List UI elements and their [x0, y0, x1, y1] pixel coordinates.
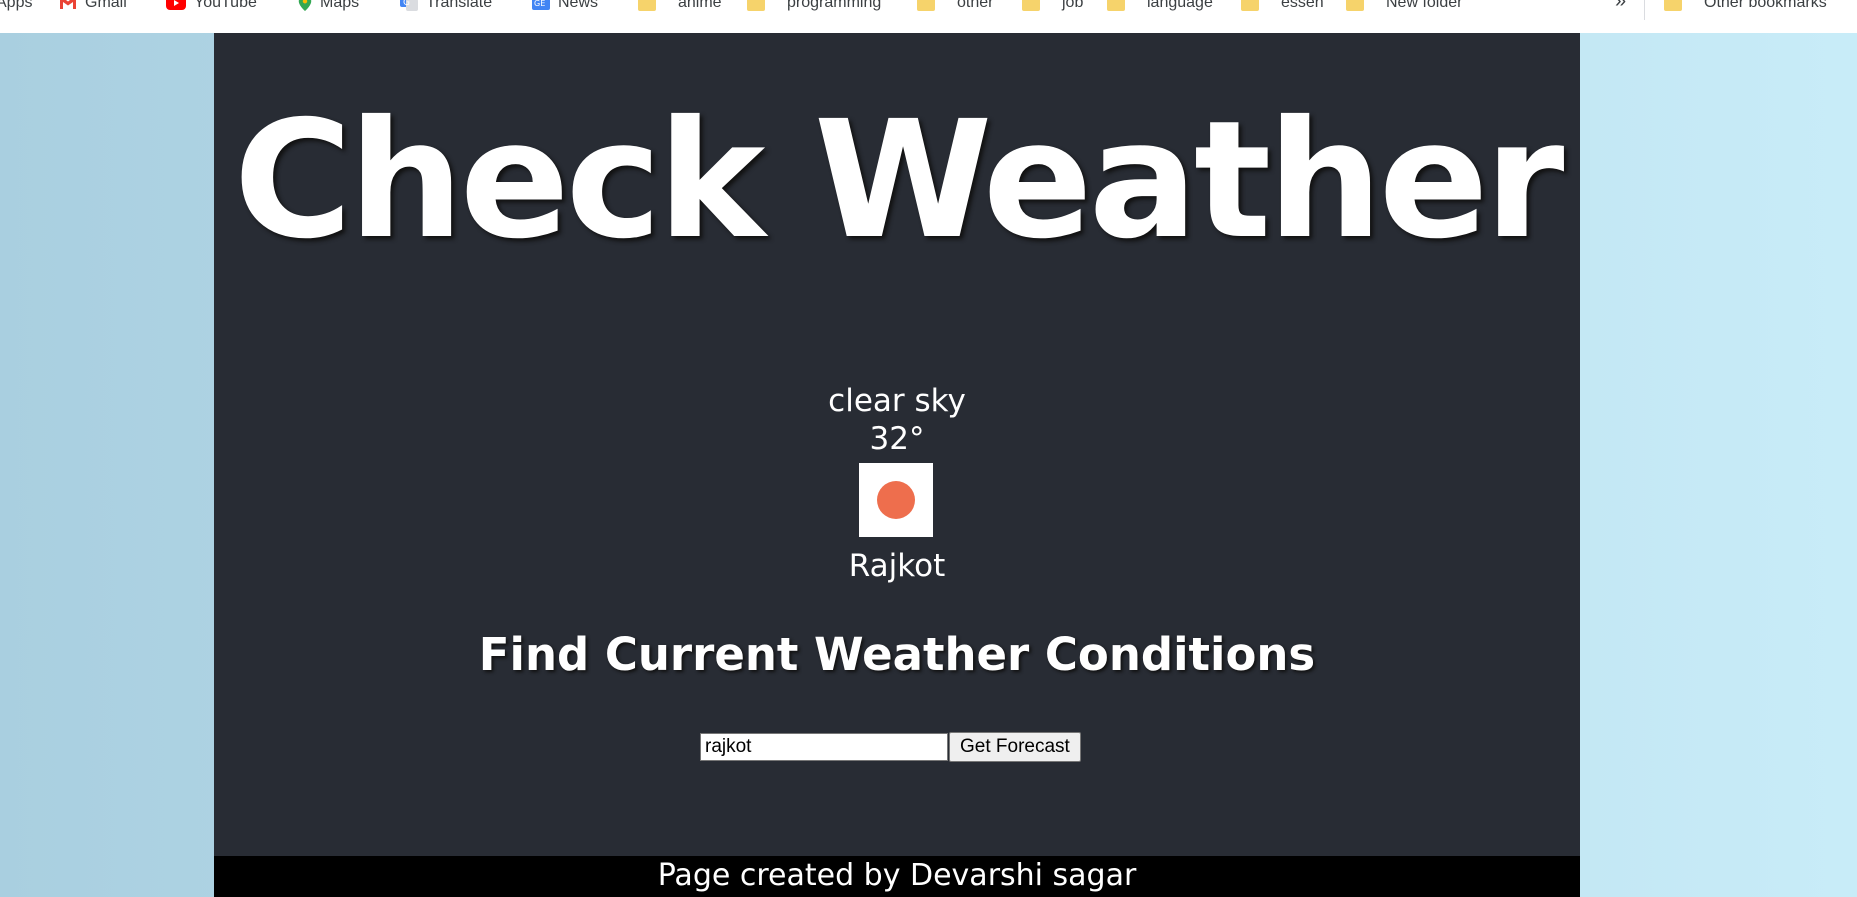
bookmark-other-bookmarks[interactable]: Other bookmarks [1664, 0, 1827, 14]
bookmark-youtube[interactable]: YouTube [166, 0, 257, 14]
section-heading: Find Current Weather Conditions [478, 628, 1316, 681]
weather-panel: Check Weather clear sky 32° Rajkot Find … [214, 33, 1580, 897]
folder-icon [1022, 0, 1040, 11]
maps-icon [298, 0, 312, 11]
weather-description: clear sky [828, 383, 966, 419]
search-form: Get Forecast [700, 732, 1081, 762]
page-title: Check Weather [233, 87, 1565, 275]
news-icon: GE [532, 0, 550, 10]
bookmark-label: other [957, 0, 994, 11]
bookmarks-bar: Apps Gmail YouTube Maps G Translate GE N… [0, 0, 1857, 33]
bookmark-news[interactable]: GE News [532, 0, 598, 14]
bookmark-other[interactable]: other [917, 0, 993, 14]
bookmark-new-folder[interactable]: New folder [1346, 0, 1462, 14]
bookmark-programming[interactable]: programming [747, 0, 881, 14]
bookmark-apps[interactable]: Apps [0, 0, 32, 14]
bookmark-label: Other bookmarks [1704, 0, 1827, 11]
weather-city: Rajkot [848, 548, 946, 584]
bookmark-label: programming [787, 0, 882, 11]
svg-text:GE: GE [534, 0, 545, 8]
overflow-chevron-icon: » [1615, 0, 1627, 12]
weather-temperature: 32° [869, 421, 925, 457]
bookmark-gmail[interactable]: Gmail [59, 0, 127, 14]
folder-icon [1107, 0, 1125, 11]
svg-text:G: G [403, 0, 410, 8]
bookmark-label: Gmail [85, 0, 127, 11]
bookmark-label: News [558, 0, 599, 11]
bookmark-label: Translate [426, 0, 493, 11]
bookmark-label: language [1147, 0, 1213, 11]
bookmark-label: Apps [0, 0, 33, 11]
bookmark-label: Maps [320, 0, 360, 11]
bookmarks-separator [1644, 0, 1645, 20]
folder-icon [747, 0, 765, 11]
folder-icon [917, 0, 935, 11]
youtube-icon [166, 0, 186, 10]
weather-icon [859, 463, 933, 537]
bookmark-essen[interactable]: essen [1241, 0, 1324, 14]
translate-icon: G [400, 0, 418, 11]
city-input[interactable] [700, 733, 948, 761]
folder-icon [1664, 0, 1682, 11]
folder-icon [1346, 0, 1364, 11]
folder-icon [638, 0, 656, 11]
bookmark-translate[interactable]: G Translate [400, 0, 492, 14]
bookmarks-overflow-button[interactable]: » [1615, 0, 1626, 14]
bookmark-label: job [1062, 0, 1084, 11]
bookmark-label: New folder [1386, 0, 1463, 11]
bookmark-label: anime [678, 0, 722, 11]
bookmark-job[interactable]: job [1022, 0, 1083, 14]
page-footer: Page created by Devarshi sagar [214, 856, 1580, 897]
get-forecast-button[interactable]: Get Forecast [949, 732, 1081, 762]
bookmark-anime[interactable]: anime [638, 0, 722, 14]
bookmark-language[interactable]: language [1107, 0, 1213, 14]
bookmark-label: YouTube [194, 0, 257, 11]
bookmark-maps[interactable]: Maps [298, 0, 359, 14]
folder-icon [1241, 0, 1259, 11]
sun-icon [877, 481, 915, 519]
bookmark-label: essen [1281, 0, 1324, 11]
gmail-icon [60, 0, 76, 9]
